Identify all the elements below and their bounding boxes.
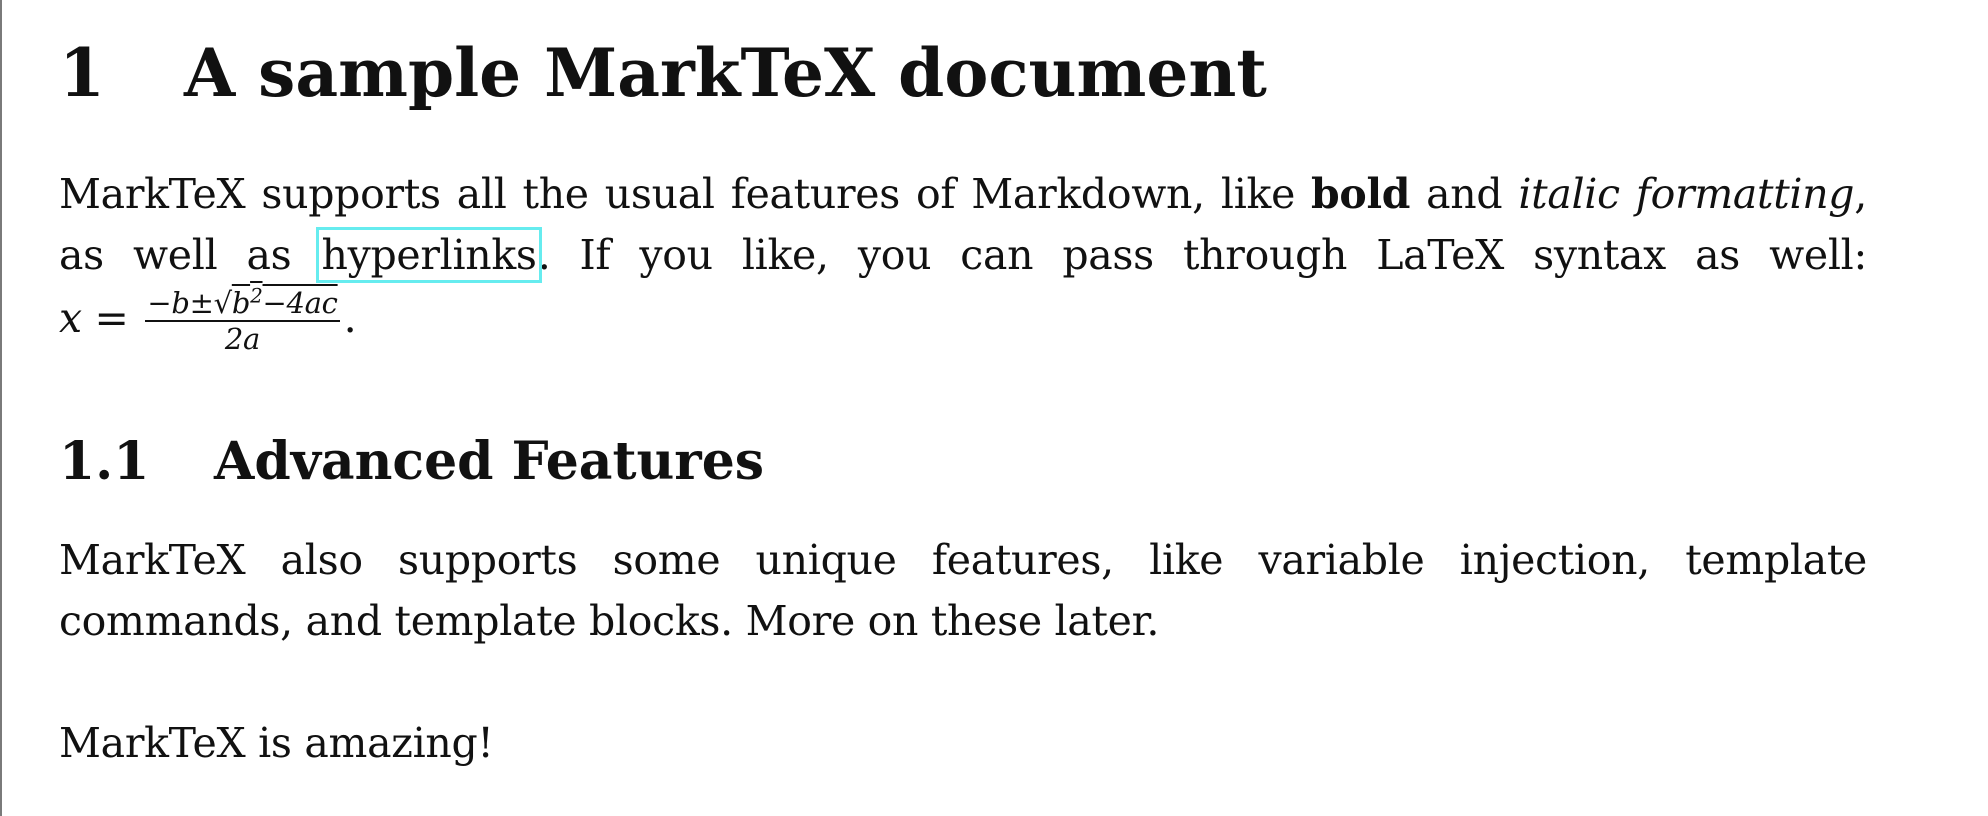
closing-paragraph: MarkTeX is amazing!: [59, 719, 494, 767]
hyperlink[interactable]: hyperlinks: [316, 227, 542, 283]
fraction-numerator: −b±√b2−4ac: [145, 283, 340, 322]
formula-fraction: −b±√b2−4ac 2a: [145, 283, 340, 356]
formula-equals: =: [81, 293, 142, 342]
quadratic-formula: x = −b±√b2−4ac 2a.: [59, 285, 357, 356]
section-number: 1: [59, 34, 105, 112]
radicand: b2−4ac: [231, 283, 338, 320]
numerator-prefix: −b±√: [147, 286, 232, 320]
features-paragraph: MarkTeX also supports some unique featur…: [59, 536, 1867, 645]
section-heading: 1A sample MarkTeX document: [59, 40, 1267, 106]
fraction-denominator: 2a: [224, 322, 261, 356]
section-title: A sample MarkTeX document: [184, 34, 1267, 112]
subsection-number: 1.1: [59, 431, 150, 492]
subsection-heading: 1.1 Advanced Features: [59, 436, 764, 488]
document-page: 1A sample MarkTeX document MarkTeX suppo…: [0, 0, 1988, 816]
text-run: . If you like, you can pass through LaTe…: [537, 231, 1868, 279]
text-run: MarkTeX supports all the usual features …: [59, 170, 1312, 218]
radicand-tail: −4ac: [262, 286, 338, 320]
subsection-title: Advanced Features: [214, 431, 765, 492]
radicand-base: b: [231, 286, 251, 320]
intro-paragraph: MarkTeX supports all the usual features …: [59, 164, 1867, 356]
formula-period: .: [343, 293, 357, 342]
radicand-exponent: 2: [250, 283, 263, 308]
italic-text: italic formatting: [1518, 170, 1855, 218]
formula-variable: x: [59, 293, 82, 342]
bold-text: bold: [1311, 170, 1411, 218]
text-run: and: [1410, 170, 1519, 218]
